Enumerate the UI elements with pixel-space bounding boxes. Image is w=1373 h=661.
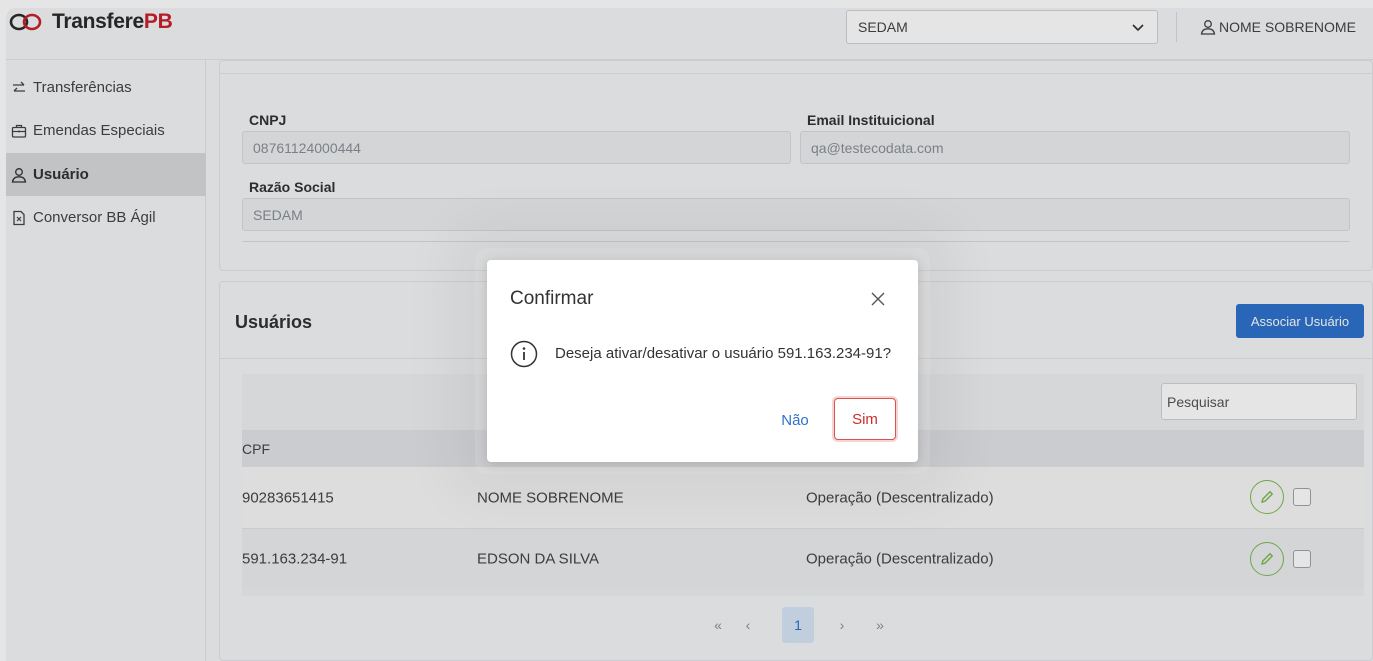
close-button[interactable]	[868, 290, 888, 310]
yes-button[interactable]: Sim	[834, 398, 896, 440]
dialog-title: Confirmar	[510, 288, 594, 309]
info-icon	[510, 340, 538, 368]
confirm-dialog: Confirmar Deseja ativar/desativar o usuá…	[487, 260, 918, 462]
close-icon	[871, 292, 885, 305]
dialog-message: Deseja ativar/desativar o usuário 591.16…	[555, 345, 892, 362]
no-button[interactable]: Não	[775, 408, 815, 432]
